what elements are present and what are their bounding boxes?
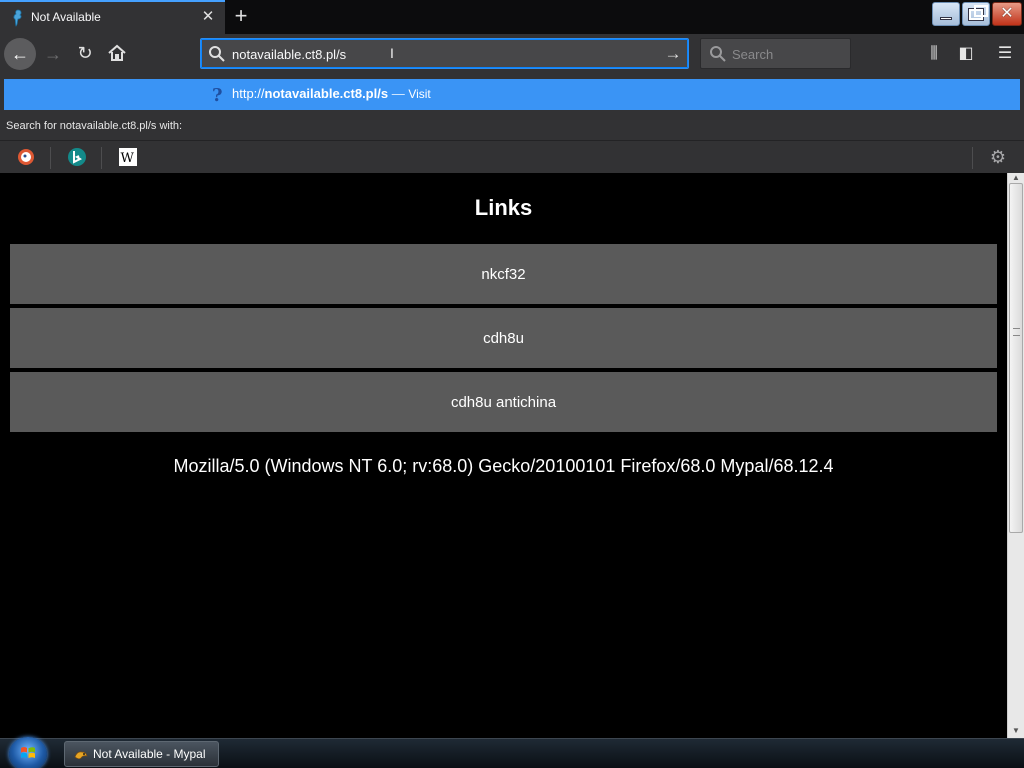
- taskbar-item-mypal[interactable]: Not Available - Mypal: [64, 741, 219, 767]
- close-icon[interactable]: ✕: [200, 9, 216, 25]
- url-bar[interactable]: notavailable.ct8.pl/s I →: [200, 38, 689, 69]
- tab-not-available[interactable]: Not Available ✕: [0, 0, 225, 34]
- gear-icon[interactable]: ⚙: [988, 147, 1008, 167]
- url-prefix: http://: [232, 86, 265, 101]
- separator: —: [388, 86, 409, 101]
- minimize-icon: [940, 16, 952, 20]
- taskbar-item-label: Not Available - Mypal: [93, 747, 206, 761]
- restore-icon: [969, 4, 988, 20]
- bing-icon[interactable]: [67, 147, 87, 167]
- search-icon: [209, 46, 225, 62]
- scroll-up-icon[interactable]: ▲: [1012, 173, 1022, 183]
- search-for-label: Search for notavailable.ct8.pl/s with:: [6, 120, 183, 132]
- scrollbar-thumb[interactable]: [1009, 183, 1023, 533]
- mypal-icon: [74, 751, 88, 760]
- close-window-icon: ✕: [1000, 5, 1014, 22]
- window-close-button[interactable]: ✕: [992, 2, 1022, 26]
- search-bar[interactable]: Search: [700, 38, 851, 69]
- user-agent-text: Mozilla/5.0 (Windows NT 6.0; rv:68.0) Ge…: [173, 456, 834, 476]
- navigation-toolbar: ← → ↻ notavailable.ct8.pl/s I → Search ⫼…: [0, 34, 1024, 74]
- autocomplete-row-text: http://notavailable.ct8.pl/s — Visit: [232, 86, 431, 101]
- svg-text:?: ?: [212, 85, 223, 105]
- back-arrow-icon: ←: [11, 43, 29, 64]
- windows-logo-icon: [21, 747, 35, 758]
- search-icon: [710, 46, 726, 62]
- engine-separator: [972, 147, 973, 169]
- autocomplete-row-visit[interactable]: ? http://notavailable.ct8.pl/s — Visit: [4, 79, 1020, 110]
- url-autocomplete-popup: ? http://notavailable.ct8.pl/s — Visit S…: [0, 74, 1024, 173]
- duckduckgo-icon[interactable]: [16, 147, 36, 167]
- home-icon[interactable]: [106, 42, 128, 64]
- engine-separator: [101, 147, 102, 169]
- grip-icon: [1013, 328, 1020, 336]
- sidebar-icon[interactable]: ◧: [955, 43, 977, 65]
- library-icon[interactable]: ⫼: [923, 43, 945, 65]
- menu-icon[interactable]: ☰: [994, 43, 1016, 65]
- restore-button[interactable]: [962, 2, 990, 26]
- page-content: Links nkcf32 cdh8u cdh8u antichina Mozil…: [0, 173, 1007, 738]
- engine-separator: [50, 147, 51, 169]
- text-cursor-icon: I: [390, 45, 394, 61]
- unknown-site-icon: ?: [212, 85, 223, 105]
- url-bold: notavailable.ct8.pl/s: [264, 86, 389, 101]
- go-button[interactable]: →: [663, 43, 683, 65]
- link-cdh8u-antichina[interactable]: cdh8u antichina: [10, 372, 997, 432]
- link-nkcf32[interactable]: nkcf32: [10, 244, 997, 304]
- wikipedia-icon[interactable]: W: [118, 147, 138, 167]
- new-tab-button[interactable]: +: [231, 4, 251, 28]
- search-engine-bar: W ⚙: [0, 140, 1024, 173]
- forward-button[interactable]: →: [42, 43, 64, 65]
- taskbar: Not Available - Mypal: [0, 737, 1024, 768]
- tab-bar: Not Available ✕ + ✕: [0, 0, 1024, 34]
- svg-text:W: W: [121, 151, 135, 166]
- search-input[interactable]: Search: [732, 47, 773, 62]
- screen: Not Available ✕ + ✕ ← → ↻ notavailable.c…: [0, 0, 1024, 768]
- start-button[interactable]: [9, 737, 47, 768]
- vertical-scrollbar[interactable]: ▲ ▼: [1007, 173, 1024, 738]
- seahorse-icon: [13, 9, 22, 27]
- url-input[interactable]: notavailable.ct8.pl/s: [232, 47, 346, 62]
- reload-button[interactable]: ↻: [74, 42, 96, 64]
- minimize-button[interactable]: [932, 2, 960, 26]
- visit-label: Visit: [408, 87, 431, 101]
- scroll-down-icon[interactable]: ▼: [1012, 726, 1022, 736]
- window-controls: ✕: [932, 2, 1022, 28]
- back-button[interactable]: ←: [4, 38, 36, 70]
- tab-title: Not Available: [31, 10, 101, 24]
- link-cdh8u[interactable]: cdh8u: [10, 308, 997, 368]
- page-title: Links: [474, 195, 533, 220]
